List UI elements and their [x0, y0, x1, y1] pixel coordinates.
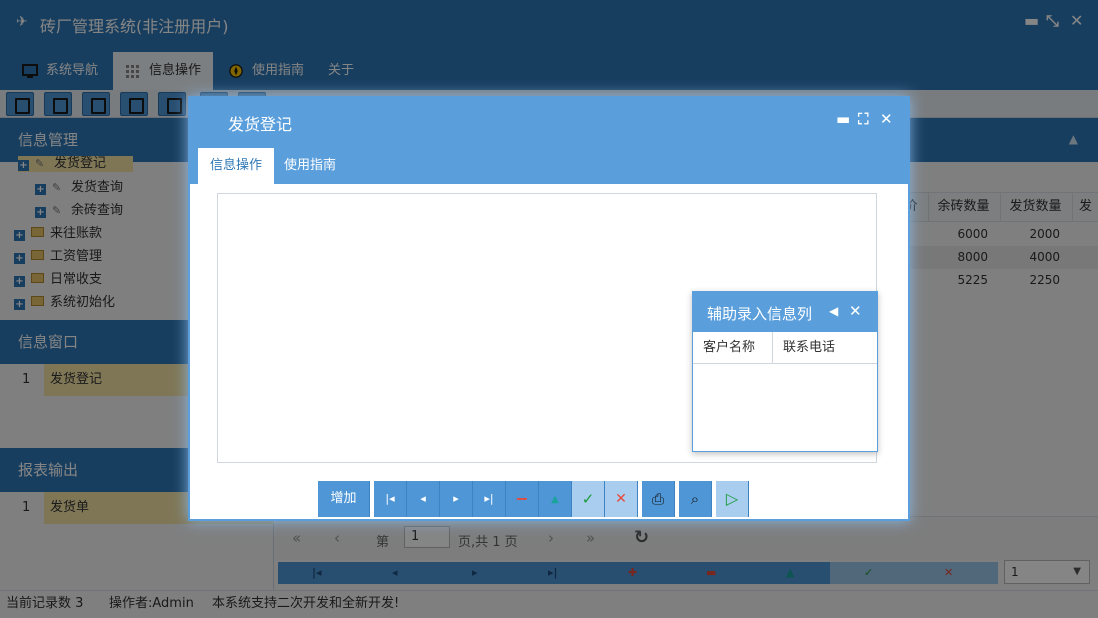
cancel-button[interactable]: ✕ — [605, 481, 638, 517]
first-icon: |◂ — [385, 492, 395, 505]
last-icon: ▸| — [484, 492, 494, 505]
shipping-register-dialog: 发货登记 ▬ ⛶ ✕ 信息操作 使用指南 辅助录入信息列 ◀ ✕ 客户名称 联系… — [188, 96, 910, 521]
confirm-button[interactable]: ✓ — [572, 481, 605, 517]
dialog-tab-bar: 信息操作 使用指南 — [190, 142, 908, 184]
x-icon: ✕ — [615, 491, 627, 507]
next-icon: ▸ — [453, 492, 459, 505]
helper-header[interactable]: 辅助录入信息列 ◀ ✕ — [693, 292, 877, 332]
printer-icon: ⎙ — [651, 490, 664, 508]
close-icon[interactable]: ✕ — [880, 110, 893, 128]
magnifier-icon: ⌕ — [690, 490, 700, 508]
print-button[interactable]: ⎙ — [642, 481, 675, 517]
prev-record-button[interactable]: ◂ — [407, 481, 440, 517]
column-header[interactable]: 客户名称 — [693, 332, 773, 364]
dialog-header[interactable]: 发货登记 ▬ ⛶ ✕ — [190, 98, 908, 142]
helper-title: 辅助录入信息列 — [707, 305, 813, 323]
maximize-icon[interactable]: ⛶ — [858, 110, 869, 128]
tab-guide[interactable]: 使用指南 — [272, 148, 348, 184]
minus-icon: − — [515, 489, 529, 508]
minimize-icon[interactable]: ▬ — [836, 110, 850, 128]
helper-panel: 辅助录入信息列 ◀ ✕ 客户名称 联系电话 — [692, 291, 878, 452]
prev-icon: ◂ — [420, 492, 426, 505]
triangle-up-icon: ▲ — [551, 494, 559, 505]
next-record-button[interactable]: ▸ — [440, 481, 473, 517]
column-header[interactable]: 联系电话 — [773, 332, 877, 364]
first-record-button[interactable]: |◂ — [374, 481, 407, 517]
tab-info-ops[interactable]: 信息操作 — [198, 148, 275, 184]
delete-button[interactable]: − — [506, 481, 539, 517]
run-button[interactable]: ▷ — [716, 481, 749, 517]
collapse-left-icon[interactable]: ◀ — [829, 304, 838, 318]
helper-column-header: 客户名称 联系电话 — [693, 332, 877, 364]
close-icon[interactable]: ✕ — [849, 302, 862, 320]
play-icon: ▷ — [725, 489, 739, 508]
last-record-button[interactable]: ▸| — [473, 481, 506, 517]
edit-button[interactable]: ▲ — [539, 481, 572, 517]
dialog-title: 发货登记 — [228, 115, 293, 134]
preview-button[interactable]: ⌕ — [679, 481, 712, 517]
add-button[interactable]: 增加 — [318, 481, 370, 517]
check-icon: ✓ — [581, 490, 595, 508]
